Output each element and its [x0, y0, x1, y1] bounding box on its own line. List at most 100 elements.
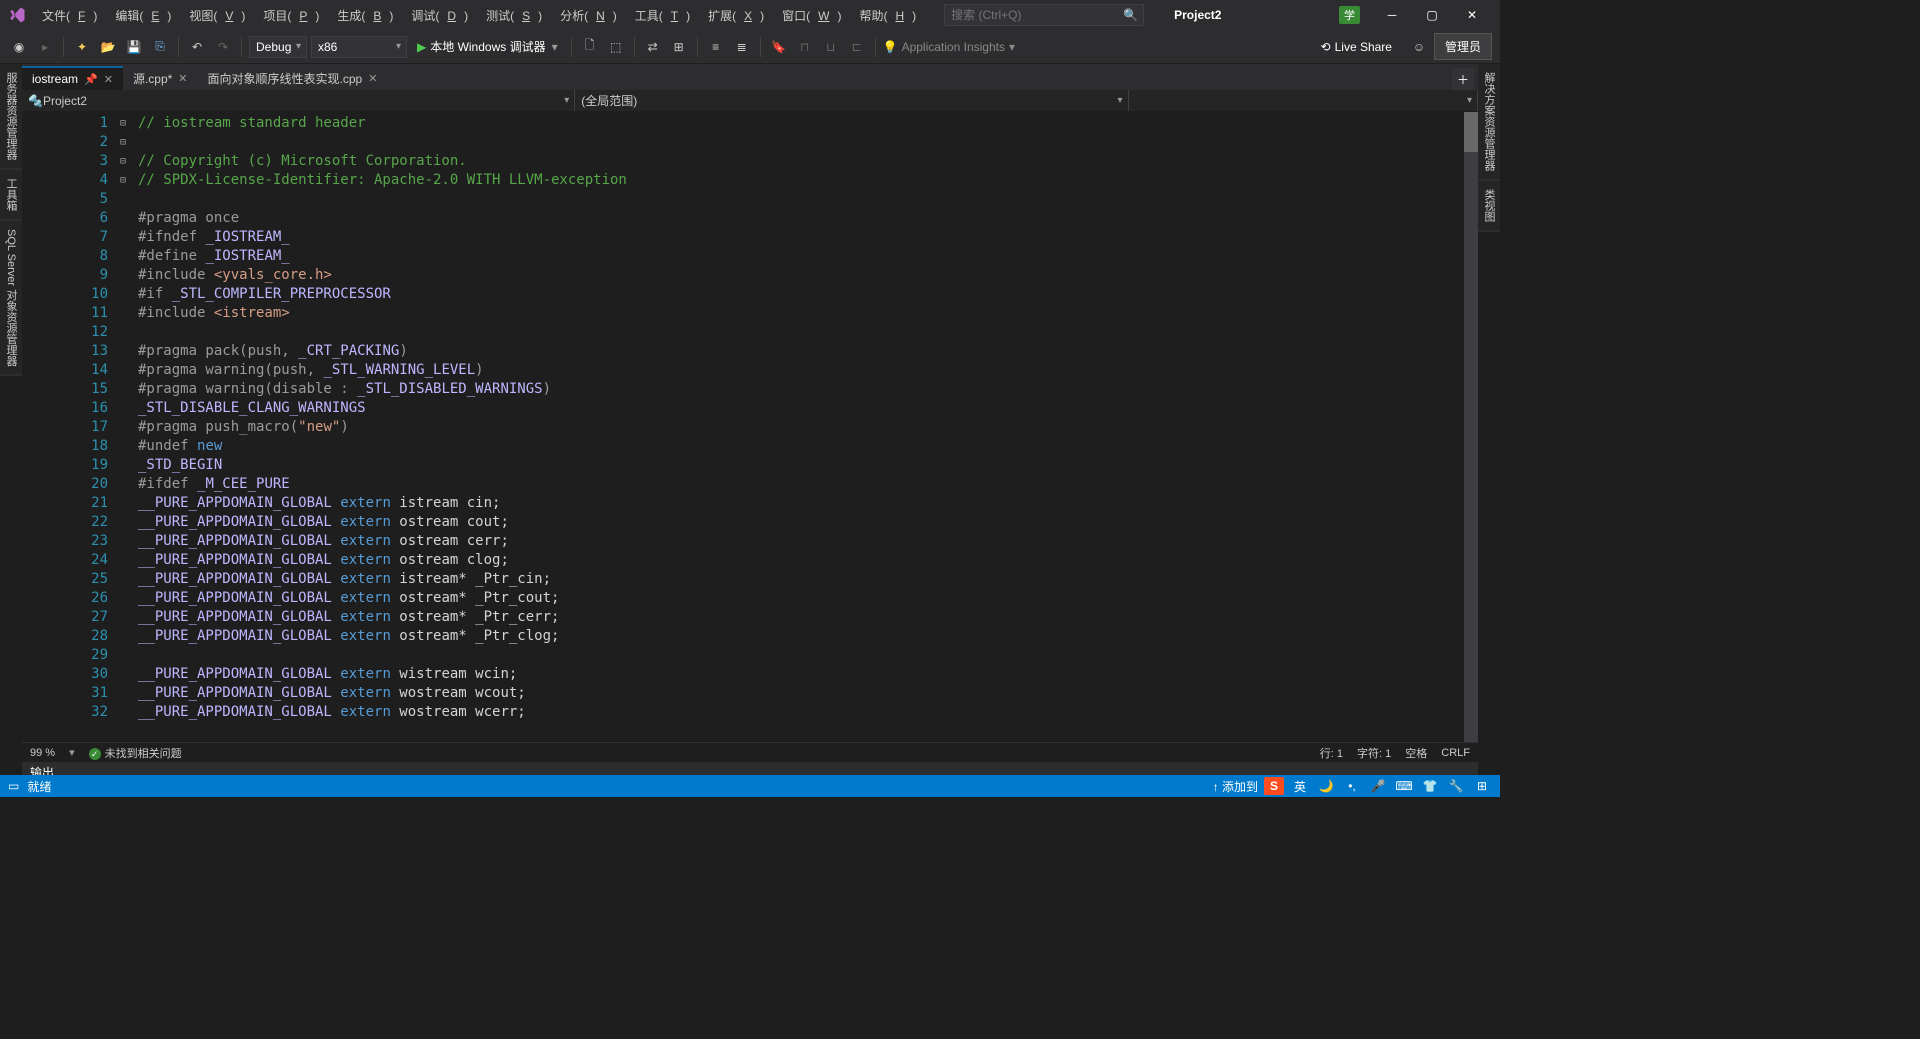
menu-item[interactable]: 帮助(H): [851, 3, 924, 28]
toolbar: ◉ ▸ ✦ 📂 💾 ⎘ ↶ ↷ Debug x86 ▶本地 Windows 调试…: [0, 30, 1500, 64]
ime-skin-icon[interactable]: 👕: [1420, 777, 1440, 795]
line-numbers: 1234567891011121314151617181920212223242…: [22, 112, 114, 742]
scrollbar-vertical[interactable]: [1464, 112, 1478, 742]
feedback-icon[interactable]: ☺: [1408, 36, 1430, 58]
tool-icon[interactable]: ⇄: [642, 36, 664, 58]
undo-icon[interactable]: ↶: [186, 36, 208, 58]
tool-icon[interactable]: ⊏: [846, 36, 868, 58]
insert-mode[interactable]: 空格: [1405, 745, 1427, 761]
separator: [697, 37, 698, 57]
add-to-source-control[interactable]: ↑ 添加到: [1213, 778, 1258, 795]
char-number[interactable]: 字符: 1: [1357, 745, 1391, 761]
separator: [760, 37, 761, 57]
ime-lang-icon[interactable]: 英: [1290, 777, 1310, 795]
menu-item[interactable]: 文件(F): [34, 3, 105, 28]
separator: [571, 37, 572, 57]
ime-tool-icon[interactable]: 🔧: [1446, 777, 1466, 795]
dock-tab[interactable]: 类视图: [1478, 181, 1500, 230]
admin-button[interactable]: 管理员: [1434, 33, 1492, 60]
zoom-level[interactable]: 99 %: [30, 747, 55, 759]
open-icon[interactable]: 📂: [97, 36, 119, 58]
navigation-bar: 🔩 Project2 (全局范围): [22, 90, 1478, 112]
menu-item[interactable]: 编辑(E): [107, 3, 179, 28]
ime-punct-icon[interactable]: •,: [1342, 777, 1362, 795]
line-number[interactable]: 行: 1: [1320, 745, 1343, 761]
tasks-icon[interactable]: ▭: [8, 779, 19, 793]
close-tab-icon[interactable]: ✕: [104, 73, 113, 86]
tool-icon[interactable]: 🗋: [579, 36, 601, 58]
fold-toggle[interactable]: ⊟: [114, 133, 132, 152]
pin-icon[interactable]: 📌: [84, 73, 98, 86]
line-ending[interactable]: CRLF: [1441, 747, 1470, 759]
app-insights-button[interactable]: 💡 Application Insights ▾: [883, 40, 1015, 54]
maximize-button[interactable]: ▢: [1412, 0, 1452, 30]
new-item-icon[interactable]: ✦: [71, 36, 93, 58]
code-editor[interactable]: 1234567891011121314151617181920212223242…: [22, 112, 1478, 742]
separator: [241, 37, 242, 57]
editor-tabs: iostream📌✕源.cpp*✕面向对象顺序线性表实现.cpp✕ ＋: [22, 64, 1478, 90]
dock-tab[interactable]: 工具箱: [0, 170, 22, 219]
scroll-thumb[interactable]: [1464, 112, 1478, 152]
fold-toggle[interactable]: ⊟: [114, 114, 132, 133]
issues-status[interactable]: ✓未找到相关问题: [89, 745, 182, 761]
search-icon[interactable]: 🔍: [1123, 8, 1138, 22]
code-area[interactable]: // iostream standard header// Copyright …: [132, 112, 1464, 742]
search-input[interactable]: [944, 4, 1144, 26]
ime-keyboard-icon[interactable]: ⌨: [1394, 777, 1414, 795]
nav-back-icon[interactable]: ◉: [8, 36, 30, 58]
config-dropdown[interactable]: Debug: [249, 36, 307, 58]
nav-project[interactable]: 🔩 Project2: [22, 90, 575, 111]
close-tab-icon[interactable]: ✕: [178, 72, 187, 85]
start-debugger-button[interactable]: ▶本地 Windows 调试器▾: [411, 38, 564, 55]
close-tab-icon[interactable]: ✕: [368, 72, 377, 85]
dock-tab[interactable]: 服务器资源管理器: [0, 64, 22, 168]
menu-item[interactable]: 测试(S): [478, 3, 550, 28]
menu-item[interactable]: 项目(P): [255, 3, 327, 28]
menu-item[interactable]: 视图(V): [181, 3, 253, 28]
ime-mic-icon[interactable]: 🎤: [1368, 777, 1388, 795]
left-dock: 服务器资源管理器工具箱SQL Server 对象资源管理器: [0, 64, 22, 376]
tool-icon[interactable]: ⊞: [668, 36, 690, 58]
redo-icon[interactable]: ↷: [212, 36, 234, 58]
ime-sogou-icon[interactable]: S: [1264, 777, 1284, 795]
editor-statusbar: 99 %▾ ✓未找到相关问题 行: 1 字符: 1 空格 CRLF: [22, 742, 1478, 762]
nav-scope[interactable]: (全局范围): [575, 90, 1128, 111]
title-bar: 文件(F)编辑(E)视图(V)项目(P)生成(B)调试(D)测试(S)分析(N)…: [0, 0, 1500, 30]
nav-fwd-icon[interactable]: ▸: [34, 36, 56, 58]
ime-grid-icon[interactable]: ⊞: [1472, 777, 1492, 795]
menu-item[interactable]: 分析(N): [552, 3, 625, 28]
save-icon[interactable]: 💾: [123, 36, 145, 58]
platform-dropdown[interactable]: x86: [311, 36, 407, 58]
nav-member[interactable]: [1129, 90, 1478, 111]
account-badge[interactable]: 学: [1339, 6, 1360, 24]
new-tab-button[interactable]: ＋: [1452, 68, 1474, 90]
ime-moon-icon[interactable]: 🌙: [1316, 777, 1336, 795]
dock-tab[interactable]: SQL Server 对象资源管理器: [0, 221, 22, 374]
fold-toggle[interactable]: ⊟: [114, 171, 132, 190]
menu-item[interactable]: 扩展(X): [700, 3, 772, 28]
tool-icon[interactable]: ⊓: [794, 36, 816, 58]
editor-tab[interactable]: iostream📌✕: [22, 66, 123, 90]
separator: [178, 37, 179, 57]
fold-column[interactable]: ⊟⊟⊟⊟: [114, 112, 132, 742]
menu-item[interactable]: 调试(D): [403, 3, 476, 28]
editor-tab[interactable]: 源.cpp*✕: [123, 66, 198, 90]
menu-item[interactable]: 窗口(W): [774, 3, 849, 28]
editor-tab[interactable]: 面向对象顺序线性表实现.cpp✕: [198, 66, 388, 90]
menu-item[interactable]: 工具(T): [627, 3, 698, 28]
dock-tab[interactable]: 解决方案资源管理器: [1478, 64, 1500, 179]
separator: [634, 37, 635, 57]
close-button[interactable]: ✕: [1452, 0, 1492, 30]
tool-icon[interactable]: ≣: [731, 36, 753, 58]
tool-icon[interactable]: ≡: [705, 36, 727, 58]
separator: [63, 37, 64, 57]
fold-toggle[interactable]: ⊟: [114, 152, 132, 171]
tool-icon[interactable]: ⬚: [605, 36, 627, 58]
live-share-button[interactable]: ⟲ Live Share: [1321, 40, 1392, 54]
menu-item[interactable]: 生成(B): [329, 3, 401, 28]
save-all-icon[interactable]: ⎘: [149, 36, 171, 58]
tool-icon[interactable]: ⊔: [820, 36, 842, 58]
bookmark-icon[interactable]: 🔖: [768, 36, 790, 58]
minimize-button[interactable]: ─: [1372, 0, 1412, 30]
search-box[interactable]: 🔍: [944, 4, 1144, 26]
